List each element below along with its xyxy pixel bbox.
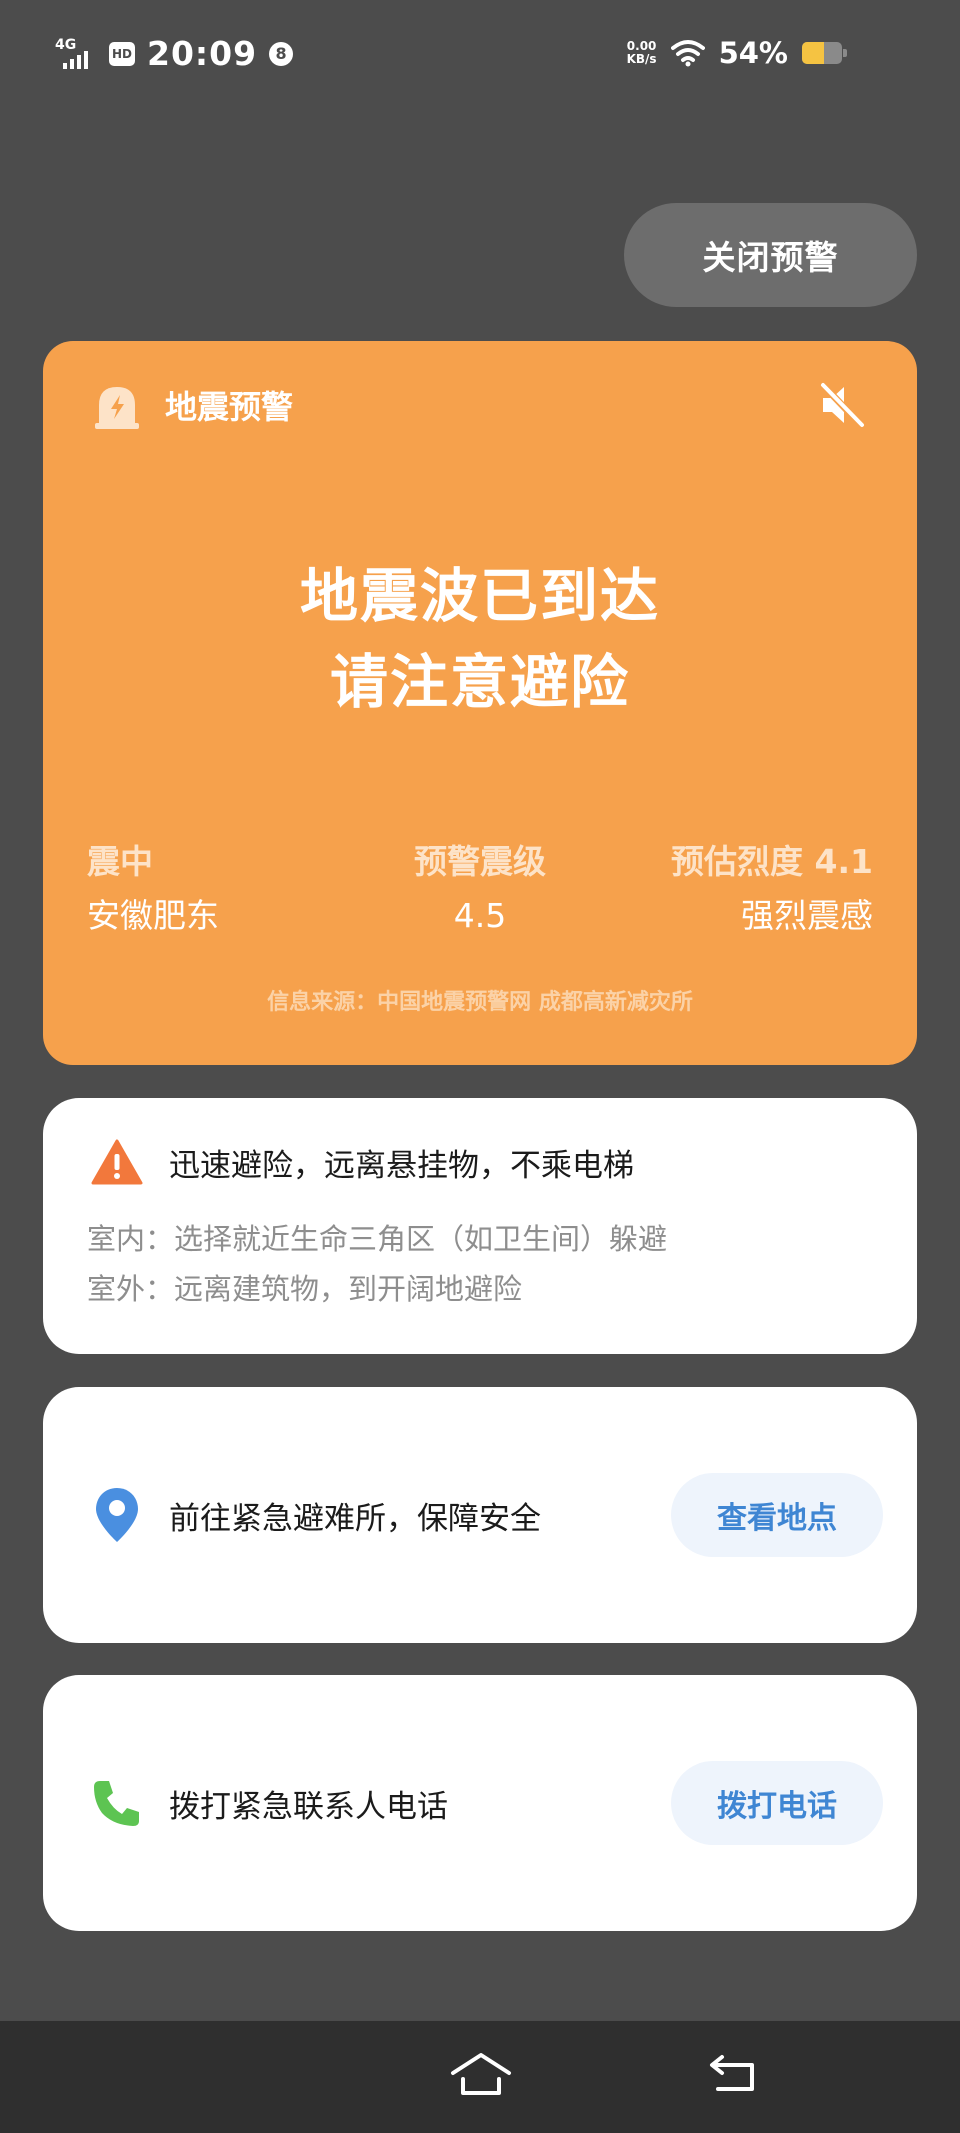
warning-icon: [91, 1139, 143, 1185]
status-left: 4G HD 20:09 8: [55, 34, 294, 73]
shelter-card: 前往紧急避难所，保障安全 查看地点: [43, 1387, 917, 1643]
shelter-text: 前往紧急避难所，保障安全: [169, 1500, 541, 1537]
status-bar: 4G HD 20:09 8 0.00 KB/s 54%: [0, 0, 960, 108]
intensity-value: 强烈震感: [741, 896, 873, 935]
mute-icon[interactable]: [817, 379, 869, 431]
clock: 20:09: [147, 34, 258, 73]
call-text: 拨打紧急联系人电话: [169, 1788, 448, 1825]
hd-icon: HD: [109, 41, 135, 66]
make-call-button[interactable]: 拨打电话: [671, 1761, 883, 1845]
intensity-label: 预估烈度 4.1: [671, 842, 873, 881]
alert-title: 地震预警: [165, 388, 294, 426]
info-source: 信息来源：中国地震预警网 成都高新减灾所: [267, 990, 693, 1015]
back-icon[interactable]: [708, 2053, 758, 2095]
outdoor-advice: 室外：远离建筑物，到开阔地避险: [87, 1272, 523, 1306]
headline-line-1: 地震波已到达: [299, 562, 660, 630]
home-icon[interactable]: [449, 2051, 513, 2097]
safety-header: 迅速避险，远离悬挂物，不乘电梯: [91, 1138, 634, 1186]
alert-header: 地震预警: [91, 379, 293, 431]
battery-percent: 54%: [718, 36, 788, 70]
safety-title: 迅速避险，远离悬挂物，不乘电梯: [169, 1147, 634, 1184]
phone-icon: [91, 1774, 143, 1832]
notification-badge: 8: [269, 41, 294, 66]
headline-line-2: 请注意避险: [329, 648, 630, 716]
emergency-call-card: 拨打紧急联系人电话 拨打电话: [43, 1675, 917, 1931]
location-pin-icon: [91, 1486, 143, 1544]
battery-icon: [802, 42, 847, 64]
alarm-icon: [95, 387, 139, 429]
network-speed: 0.00 KB/s: [627, 40, 657, 66]
indoor-advice: 室内：选择就近生命三角区（如卫生间）躲避: [87, 1222, 668, 1256]
view-location-button[interactable]: 查看地点: [671, 1473, 883, 1557]
intensity-stat: 预估烈度 4.1 强烈震感: [671, 835, 873, 943]
wifi-icon: [670, 40, 705, 67]
alert-headline: 地震波已到达 请注意避险: [43, 553, 917, 725]
safety-advice-card: 迅速避险，远离悬挂物，不乘电梯 室内：选择就近生命三角区（如卫生间）躲避 室外：…: [43, 1098, 917, 1354]
close-warning-button[interactable]: 关闭预警: [624, 203, 917, 307]
speed-unit: KB/s: [626, 52, 657, 66]
navigation-bar: [0, 2021, 960, 2133]
cellular-signal-icon: 4G: [55, 37, 97, 71]
earthquake-alert-card: 地震预警 地震波已到达 请注意避险 震中 安徽肥东 预警震级 4.5 预估烈度 …: [43, 341, 917, 1065]
status-right: 0.00 KB/s 54%: [627, 36, 847, 70]
